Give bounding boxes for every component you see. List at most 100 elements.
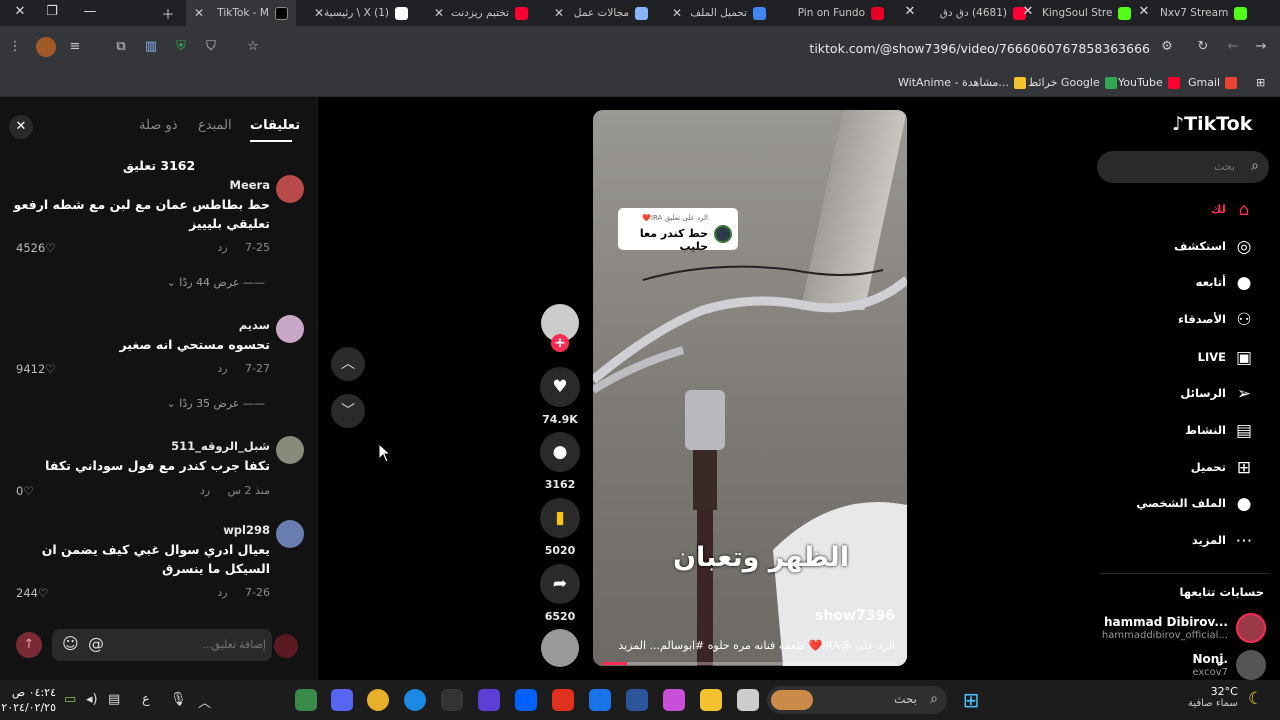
close-tab-icon[interactable]: ✕ bbox=[434, 6, 444, 20]
sidebar-item-live[interactable]: LIVE ▣ bbox=[1110, 344, 1270, 372]
tiktok-logo[interactable]: ♪TikTok bbox=[1172, 113, 1252, 135]
share-action[interactable]: ➦ 6520 bbox=[540, 564, 580, 623]
extension-bars-icon[interactable]: ▥ bbox=[142, 39, 160, 54]
close-tab-icon[interactable]: ✕ bbox=[900, 4, 920, 19]
tab-x[interactable]: (1) X \ رئيسية ✕ bbox=[306, 0, 416, 26]
network-icon[interactable]: ▤ bbox=[108, 692, 120, 707]
close-tab-icon[interactable]: ✕ bbox=[194, 6, 204, 20]
windows-start-icon[interactable]: ⊞ bbox=[960, 689, 982, 711]
show-hidden-icons-icon[interactable]: ︿ bbox=[198, 692, 211, 711]
forward-icon[interactable]: ← bbox=[1224, 39, 1242, 54]
speaker-icon[interactable]: ◂) bbox=[86, 692, 98, 707]
sidebar-item-friends[interactable]: الأصدقاء ⚇ bbox=[1110, 306, 1270, 334]
comment-likes[interactable]: 4526♡ bbox=[16, 241, 56, 255]
bookmark-witanime[interactable]: WitAnime - مشاهدة... bbox=[898, 76, 1026, 89]
follow-button[interactable]: + bbox=[551, 334, 569, 352]
save-action[interactable]: ▮ 5020 bbox=[540, 498, 580, 557]
menu-dots-icon[interactable]: ⋮ bbox=[6, 39, 24, 54]
language-indicator[interactable]: ع bbox=[142, 692, 150, 707]
shield-extension-icon[interactable]: ⛨ bbox=[172, 39, 190, 54]
back-icon[interactable]: → bbox=[1252, 39, 1270, 54]
tab-tiktok[interactable]: TikTok - M ✕ bbox=[186, 0, 296, 26]
close-tab-icon[interactable]: ✕ bbox=[314, 6, 324, 20]
bookmark-star-icon[interactable]: ☆ bbox=[244, 39, 262, 54]
emoji-icon[interactable]: ☺ bbox=[62, 634, 79, 653]
discord-icon[interactable] bbox=[331, 689, 353, 711]
send-comment-button[interactable]: ↑ bbox=[16, 632, 42, 658]
close-window-icon[interactable]: ✕ bbox=[10, 4, 30, 19]
avatar[interactable] bbox=[276, 175, 304, 203]
close-tab-icon[interactable]: ✕ bbox=[672, 6, 682, 20]
epic-games-icon[interactable] bbox=[441, 689, 463, 711]
heart-icon[interactable]: ♥ bbox=[540, 367, 580, 407]
app-icon-store[interactable] bbox=[295, 689, 317, 711]
comment-action[interactable]: ● 3162 bbox=[540, 432, 580, 491]
close-tab-icon[interactable]: ✕ bbox=[1018, 4, 1038, 19]
dropbox-icon[interactable] bbox=[515, 689, 537, 711]
tab-download-file[interactable]: تحميل الملف ✕ bbox=[664, 0, 774, 26]
minimize-window-icon[interactable]: — bbox=[80, 4, 100, 19]
like-action[interactable]: ♥ 74.9K bbox=[540, 367, 580, 426]
site-settings-icon[interactable]: ⚙ bbox=[1158, 39, 1176, 54]
copilot-icon[interactable] bbox=[663, 689, 685, 711]
followed-account[interactable]: Non⁠ʝ. excov7 bbox=[1100, 650, 1270, 682]
next-video-button[interactable]: ﹀ bbox=[331, 394, 365, 428]
all-bookmarks-icon[interactable]: ⊞ bbox=[1256, 76, 1265, 89]
chrome-icon[interactable] bbox=[367, 689, 389, 711]
reply-button[interactable]: رد bbox=[217, 241, 227, 254]
extensions-icon[interactable]: ⧉ bbox=[112, 39, 130, 54]
avatar[interactable] bbox=[276, 520, 304, 548]
music-disc[interactable] bbox=[541, 629, 579, 667]
app-icon-red[interactable] bbox=[552, 689, 574, 711]
comment-input[interactable] bbox=[146, 635, 266, 655]
close-comments-button[interactable]: ✕ bbox=[9, 115, 33, 139]
reload-icon[interactable]: ↻ bbox=[1194, 39, 1212, 54]
profile-avatar[interactable] bbox=[36, 37, 56, 57]
share-arrow-icon[interactable]: ➦ bbox=[540, 564, 580, 604]
sidebar-item-activity[interactable]: النشاط ▤ bbox=[1110, 417, 1270, 445]
app-icon-blue[interactable] bbox=[626, 689, 648, 711]
file-explorer-icon[interactable] bbox=[700, 689, 722, 711]
avatar[interactable] bbox=[276, 436, 304, 464]
comment-likes[interactable]: 244♡ bbox=[16, 586, 48, 600]
task-view-icon[interactable] bbox=[737, 689, 759, 711]
sidebar-item-following[interactable]: أتابعه ● bbox=[1110, 269, 1270, 297]
address-bar[interactable]: tiktok.com/@show7396/video/7666060767858… bbox=[268, 32, 1186, 64]
bookmark-google-maps[interactable]: خرائط Google bbox=[1028, 76, 1117, 89]
tab-comments[interactable]: تعليقات bbox=[250, 118, 300, 133]
search-icon[interactable]: ⌕ bbox=[1251, 158, 1259, 174]
sidebar-item-messages[interactable]: الرسائل ➢ bbox=[1110, 380, 1270, 408]
sidebar-item-more[interactable]: المزيد ⋯ bbox=[1110, 527, 1270, 555]
bookmark-youtube[interactable]: YouTube bbox=[1118, 76, 1180, 89]
close-tab-icon[interactable]: ✕ bbox=[554, 6, 564, 20]
restore-window-icon[interactable]: ❐ bbox=[42, 4, 62, 19]
reply-button[interactable]: رد bbox=[217, 586, 227, 599]
url-text[interactable]: tiktok.com/@show7396/video/7666060767858… bbox=[809, 41, 1150, 56]
sidebar-item-for-you[interactable]: لك ⌂ bbox=[1110, 196, 1270, 224]
tab-youtube-residence[interactable]: تختيم ريزدنت ✕ bbox=[426, 0, 536, 26]
video-player[interactable]: الرد على تعليق IRA❤️ حط كندر معا حليب ال… bbox=[593, 110, 907, 666]
sidebar-item-profile[interactable]: الملف الشخصي ● bbox=[1110, 490, 1270, 518]
sidebar-item-explore[interactable]: استكشف ◎ bbox=[1110, 233, 1270, 261]
bookmark-gmail[interactable]: Gmail bbox=[1188, 76, 1238, 89]
mail-icon[interactable] bbox=[589, 689, 611, 711]
microphone-icon[interactable]: 🎙 bbox=[170, 692, 187, 707]
view-replies-button[interactable]: —— عرض 35 ردًا ⌄ bbox=[167, 397, 265, 410]
followed-account[interactable]: hammad Dibirov... hammaddibirov_official… bbox=[1100, 613, 1270, 645]
video-progress-bar[interactable] bbox=[603, 662, 897, 665]
close-tab-icon[interactable]: ✕ bbox=[1134, 4, 1154, 19]
comment-likes[interactable]: 9412♡ bbox=[16, 362, 56, 376]
tab-pinterest[interactable]: Pin on Fundo bbox=[782, 0, 892, 26]
sidebar-item-upload[interactable]: تحميل ⊞ bbox=[1110, 454, 1270, 482]
video-caption[interactable]: الرد على @IRA❤️ طعمه فنانه مره حلوه #ابو… bbox=[618, 639, 895, 652]
tab-related[interactable]: ذو صلة bbox=[139, 118, 178, 133]
adblock-shield-icon[interactable]: ⛉ bbox=[202, 39, 220, 54]
reply-button[interactable]: رد bbox=[200, 484, 210, 497]
comment-username[interactable]: Meera bbox=[230, 178, 270, 192]
system-clock[interactable]: ٠٤:٢٤ ص ٢٠٢٤/٠٢/٢٥ bbox=[1, 685, 56, 715]
tab-kick-nxv7[interactable]: Nxv7 Stream bbox=[1160, 0, 1270, 26]
video-author[interactable]: show7396 bbox=[815, 608, 895, 624]
tab-work-fields[interactable]: مجالات عمل ✕ bbox=[546, 0, 656, 26]
avatar[interactable] bbox=[276, 315, 304, 343]
comment-username[interactable]: سديم bbox=[239, 318, 270, 332]
